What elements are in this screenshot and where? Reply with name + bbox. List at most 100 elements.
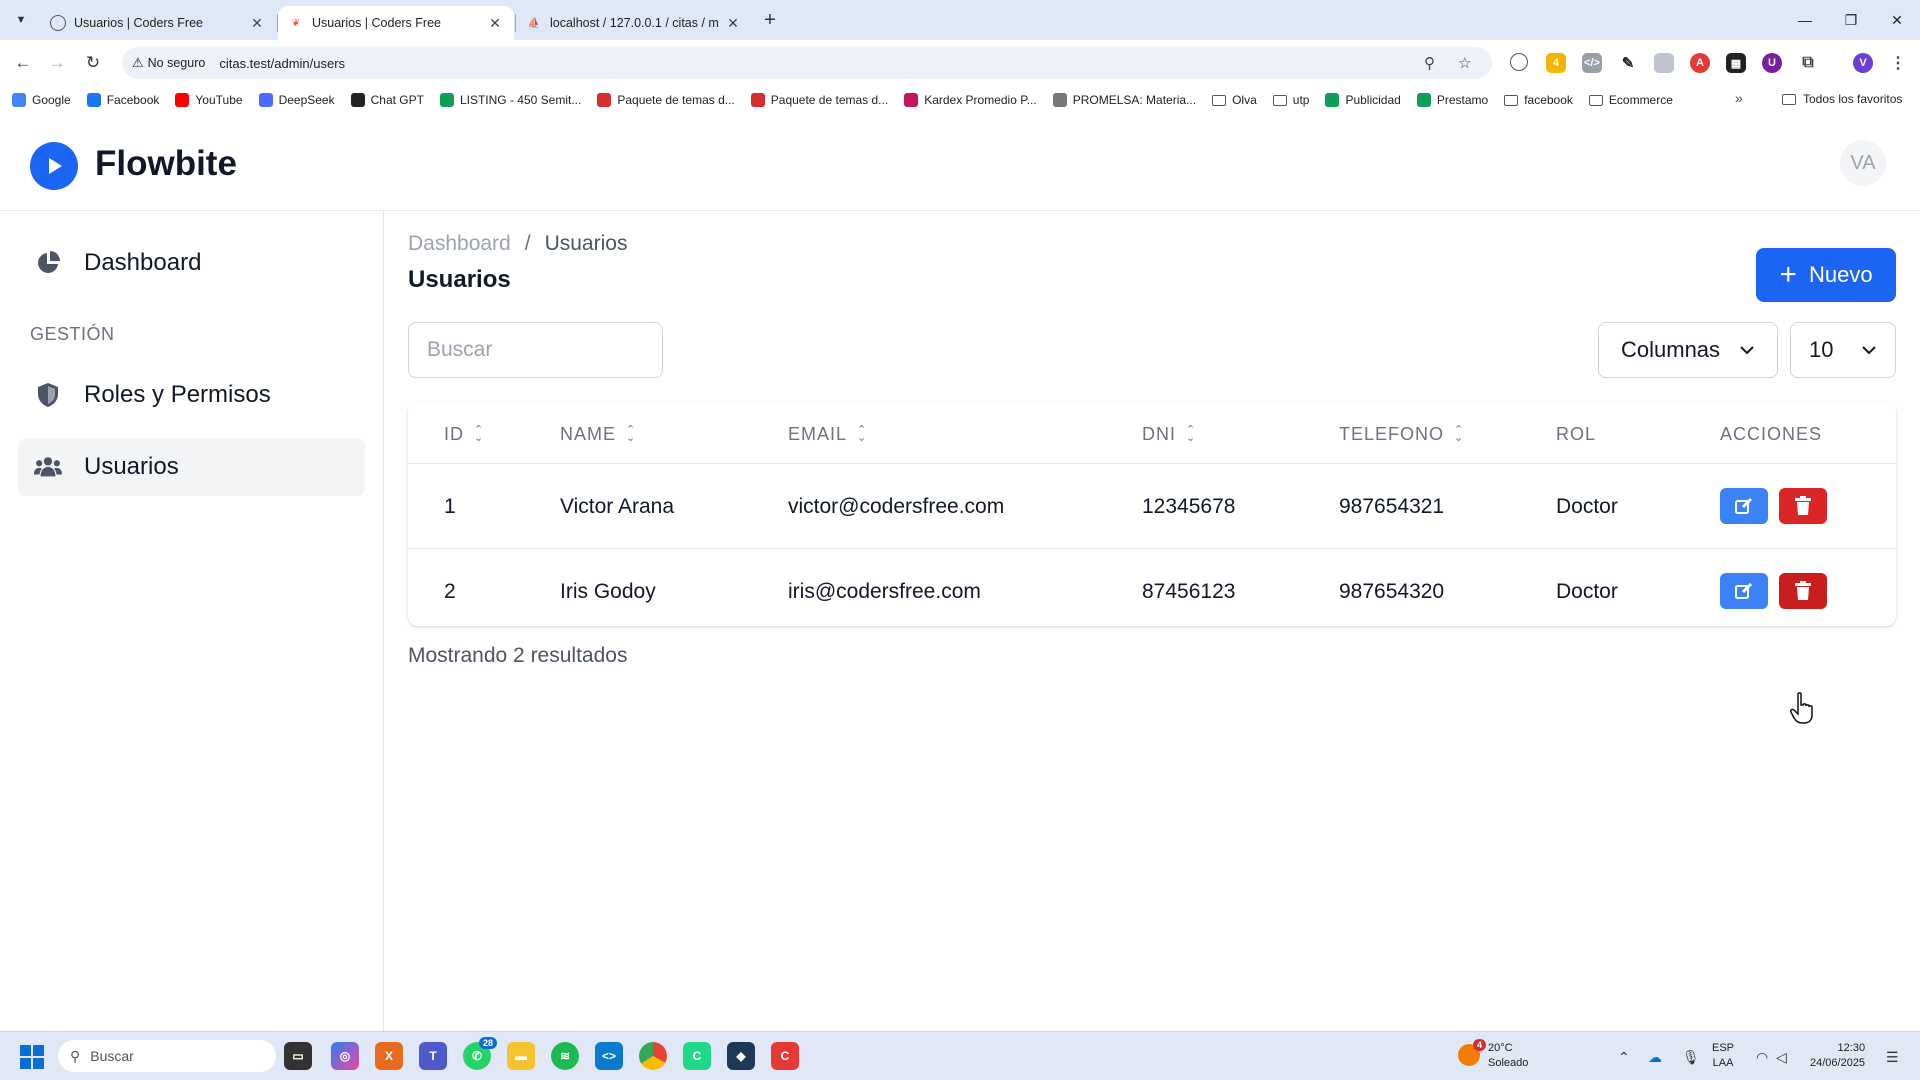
- eyedropper-icon[interactable]: ✎: [1618, 53, 1638, 73]
- edit-button[interactable]: [1720, 573, 1768, 609]
- profile-icon[interactable]: V: [1853, 53, 1873, 73]
- delete-button[interactable]: [1779, 488, 1827, 524]
- column-header-email[interactable]: EMAIL ⌃ ⌄: [788, 424, 867, 445]
- qr-icon[interactable]: ▦: [1726, 53, 1746, 73]
- xampp-icon[interactable]: X: [375, 1042, 403, 1070]
- clock[interactable]: 12:30 24/06/2025: [1810, 1041, 1865, 1071]
- column-header-dni[interactable]: DNI ⌃ ⌄: [1142, 424, 1196, 445]
- browser-tab-3[interactable]: ⛵ localhost / 127.0.0.1 / citas / m ✕: [516, 6, 752, 40]
- notifications-icon[interactable]: ☰: [1886, 1049, 1899, 1066]
- close-icon[interactable]: ✕: [724, 14, 742, 32]
- bookmark-item[interactable]: Paquete de temas d...: [597, 93, 735, 107]
- language-indicator[interactable]: ESP LAA: [1712, 1041, 1734, 1071]
- column-header-name[interactable]: NAME ⌃ ⌄: [560, 424, 636, 445]
- bookmark-item[interactable]: Kardex Promedio P...: [904, 93, 1037, 107]
- whatsapp-icon[interactable]: ✆ 28: [463, 1037, 497, 1070]
- cell-dni: 87456123: [1142, 580, 1236, 603]
- chevron-up-icon[interactable]: ⌃: [1618, 1049, 1630, 1066]
- bookmark-item[interactable]: YouTube: [175, 93, 243, 107]
- tab-search-button[interactable]: ▼: [10, 9, 32, 31]
- file-explorer-icon[interactable]: ▬: [507, 1042, 535, 1070]
- onedrive-icon[interactable]: ☁: [1648, 1049, 1662, 1066]
- adblock-icon[interactable]: A: [1690, 53, 1710, 73]
- logo-icon[interactable]: [30, 142, 78, 190]
- vscode-icon[interactable]: <>: [595, 1042, 623, 1070]
- back-button[interactable]: ←: [10, 50, 36, 76]
- menu-icon[interactable]: ⋮: [1888, 53, 1908, 73]
- restore-icon[interactable]: ❐: [1837, 6, 1865, 34]
- avatar[interactable]: VA: [1840, 140, 1886, 186]
- bookmark-item[interactable]: Publicidad: [1325, 93, 1401, 107]
- per-page-select[interactable]: 10: [1790, 322, 1896, 378]
- breadcrumb-dashboard[interactable]: Dashboard: [408, 232, 511, 256]
- ublock-icon[interactable]: U: [1762, 53, 1782, 73]
- star-icon[interactable]: ☆: [1458, 54, 1471, 72]
- security-label[interactable]: No seguro: [148, 56, 206, 70]
- bookmark-label: Publicidad: [1345, 93, 1401, 107]
- window-close-icon[interactable]: ✕: [1883, 6, 1911, 34]
- extension-icon[interactable]: [1654, 53, 1674, 73]
- sidebar-item-roles[interactable]: Roles y Permisos: [18, 366, 365, 424]
- new-button[interactable]: + Nuevo: [1756, 248, 1896, 302]
- folder-icon: [1504, 94, 1519, 106]
- spotify-icon[interactable]: ≋: [551, 1042, 579, 1070]
- zoom-icon[interactable]: ⚲: [1424, 54, 1435, 72]
- sidebar-item-usuarios[interactable]: Usuarios: [18, 438, 365, 496]
- bookmark-favicon-icon: [439, 93, 454, 107]
- bookmark-item[interactable]: Google: [12, 93, 71, 107]
- volume-icon[interactable]: ◁: [1776, 1049, 1787, 1066]
- minimize-icon[interactable]: —: [1791, 6, 1819, 34]
- all-bookmarks-button[interactable]: Todos los favoritos: [1782, 92, 1902, 106]
- bookmark-item[interactable]: LISTING - 450 Semit...: [439, 93, 581, 107]
- teams-icon[interactable]: T: [419, 1042, 447, 1070]
- microphone-icon[interactable]: 🎙: [1682, 1049, 1700, 1066]
- columns-select[interactable]: Columnas: [1598, 322, 1778, 378]
- sidebar-item-dashboard[interactable]: Dashboard: [18, 234, 365, 292]
- bookmark-item[interactable]: facebook: [1504, 93, 1573, 107]
- search-input[interactable]: [408, 322, 663, 378]
- clock-date: 24/06/2025: [1810, 1057, 1866, 1069]
- chrome-icon[interactable]: [639, 1042, 667, 1070]
- address-bar[interactable]: ⚠ No seguro citas.test/admin/users ⚲ ☆: [122, 47, 1492, 79]
- weather-widget[interactable]: 20°C Soleado: [1488, 1041, 1528, 1071]
- bookmark-item[interactable]: Paquete de temas d...: [750, 93, 888, 107]
- code-extension-icon[interactable]: </>: [1582, 53, 1602, 73]
- reload-button[interactable]: ↻: [80, 50, 106, 76]
- more-bookmarks-icon[interactable]: »: [1735, 90, 1743, 106]
- windows-start-icon[interactable]: [20, 1045, 44, 1074]
- weather-icon[interactable]: 4: [1458, 1039, 1486, 1066]
- column-header-id[interactable]: ID ⌃ ⌄: [444, 424, 484, 445]
- edit-button[interactable]: [1720, 488, 1768, 524]
- wifi-icon[interactable]: ◠: [1756, 1049, 1768, 1066]
- bookmark-item[interactable]: Facebook: [86, 93, 159, 107]
- bookmark-favicon-icon: [86, 93, 101, 107]
- copilot-icon[interactable]: ◎: [331, 1042, 359, 1070]
- close-icon[interactable]: ✕: [248, 14, 266, 32]
- bookmark-item[interactable]: utp: [1272, 93, 1309, 107]
- app-red-icon[interactable]: C: [771, 1042, 799, 1070]
- new-tab-button[interactable]: +: [758, 8, 782, 32]
- column-header-telefono[interactable]: TELEFONO ⌃ ⌄: [1339, 424, 1464, 445]
- extension-icon[interactable]: [1510, 53, 1528, 71]
- forward-button[interactable]: →: [44, 50, 70, 76]
- bookmark-favicon-icon: [12, 93, 26, 107]
- bookmark-item[interactable]: Ecommerce: [1588, 93, 1673, 107]
- browser-tab-2[interactable]: ❦ Usuarios | Coders Free ✕: [278, 6, 514, 40]
- bookmark-favicon-icon: [1416, 93, 1431, 107]
- extension-icon[interactable]: 4: [1546, 53, 1566, 73]
- browser-tab-1[interactable]: Usuarios | Coders Free ✕: [40, 6, 276, 40]
- bookmark-item[interactable]: PROMELSA: Materia...: [1052, 93, 1196, 107]
- puzzle-icon[interactable]: ⧉: [1798, 53, 1818, 73]
- taskbar-search[interactable]: ⚲ Buscar: [58, 1040, 276, 1072]
- url-text[interactable]: citas.test/admin/users: [219, 56, 345, 71]
- delete-button[interactable]: [1779, 573, 1827, 609]
- bookmark-item[interactable]: Olva: [1212, 93, 1257, 107]
- bookmark-item[interactable]: Chat GPT: [350, 93, 424, 107]
- bookmark-item[interactable]: DeepSeek: [258, 93, 335, 107]
- task-view-icon[interactable]: ▭: [284, 1042, 312, 1070]
- bookmark-item[interactable]: Prestamo: [1416, 93, 1488, 107]
- pycharm-icon[interactable]: C: [683, 1042, 711, 1070]
- brand-name[interactable]: Flowbite: [95, 144, 237, 184]
- close-icon[interactable]: ✕: [486, 14, 504, 32]
- code-editor-icon[interactable]: ◆: [727, 1042, 755, 1070]
